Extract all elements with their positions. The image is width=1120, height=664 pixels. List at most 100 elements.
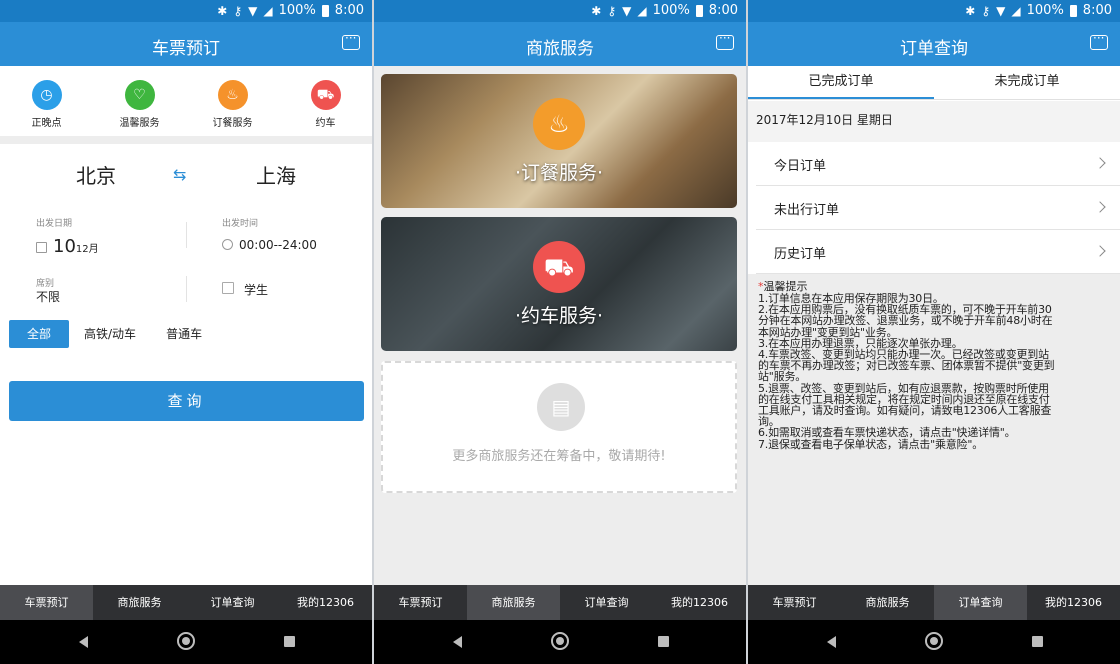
back-icon[interactable] [827, 636, 836, 648]
bluetooth-icon: ✱ [965, 3, 976, 18]
tab-business[interactable]: 商旅服务 [93, 585, 186, 620]
quick-action-car[interactable]: ⛟ 约车 [279, 66, 372, 136]
home-icon[interactable] [925, 632, 943, 650]
train-type-all[interactable]: 全部 [9, 320, 70, 348]
list-item-label: 历史订单 [774, 247, 827, 262]
meal-service-label: ·订餐服务· [514, 162, 604, 184]
bottom-nav: 车票预订 商旅服务 订单查询 我的12306 [374, 585, 746, 620]
list-item-history-orders[interactable]: 历史订单 [756, 230, 1120, 274]
key-icon: ⚷ [607, 3, 617, 18]
city-selector: 北京 ⇆ 上海 [0, 160, 372, 190]
search-button[interactable]: 查询 [9, 381, 364, 421]
notice-section: *温馨提示 1.订单信息在本应用保存期限为30日。 2.在本应用购票后，没有换取… [748, 274, 1120, 585]
divider [186, 276, 187, 302]
recents-icon[interactable] [1032, 636, 1043, 647]
message-icon[interactable] [342, 31, 360, 50]
quick-action-label: 正晚点 [31, 118, 62, 129]
chevron-right-icon [1094, 245, 1106, 257]
section-gap [0, 136, 372, 144]
tab-completed-orders[interactable]: 已完成订单 [748, 66, 934, 99]
time-field[interactable]: 00:00--24:00 [222, 238, 317, 252]
home-icon[interactable] [551, 632, 569, 650]
calendar-icon [36, 242, 47, 253]
home-icon[interactable] [177, 632, 195, 650]
car-service-label: ·约车服务· [514, 305, 604, 327]
meal-service-card[interactable]: ♨ ·订餐服务· [381, 74, 737, 208]
page-title: 车票预订 [152, 39, 220, 59]
signal-icon: ◢ [637, 3, 647, 18]
tab-orders[interactable]: 订单查询 [186, 585, 279, 620]
app-bar: 商旅服务 [374, 22, 746, 66]
train-type-normal[interactable]: 普通车 [151, 320, 217, 348]
page-title: 订单查询 [900, 39, 968, 59]
tab-ticket[interactable]: 车票预订 [0, 585, 93, 620]
heart-hand-icon: ♡ [124, 80, 155, 110]
meal-icon: ♨ [533, 98, 585, 150]
business-service-screen: ✱ ⚷ ▼ ◢ 100% 8:00 商旅服务 ♨ ·订餐服务· ⛟ ·约车服务·… [374, 0, 746, 664]
message-icon[interactable] [716, 31, 734, 50]
student-checkbox[interactable] [222, 282, 234, 294]
battery-percent: 100% [278, 3, 316, 18]
back-icon[interactable] [453, 636, 462, 648]
quick-action-label: 约车 [315, 118, 336, 129]
tab-ticket[interactable]: 车票预订 [374, 585, 467, 620]
order-query-screen: ✱ ⚷ ▼ ◢ 100% 8:00 订单查询 已完成订单 未完成订单 2017年… [748, 0, 1120, 664]
wifi-icon: ▼ [248, 3, 258, 18]
key-icon: ⚷ [233, 3, 243, 18]
system-nav-bar [374, 620, 746, 664]
notice-line: 7.退保或查看电子保单状态，请点击"乘意险"。 [758, 437, 984, 451]
tab-orders[interactable]: 订单查询 [560, 585, 653, 620]
notice-line: 的车票不再办理改签；对已改签车票、团体票暂不提供"变更到 [758, 359, 1055, 373]
divider [186, 222, 187, 248]
tab-pending-orders[interactable]: 未完成订单 [934, 66, 1120, 99]
wifi-icon: ▼ [622, 3, 632, 18]
clock-time: 8:00 [334, 3, 364, 18]
coming-soon-card: ▤ 更多商旅服务还在筹备中，敬请期待! [381, 361, 737, 493]
quick-actions: ◷ 正晚点 ♡ 温馨服务 ♨ 订餐服务 ⛟ 约车 [0, 66, 372, 136]
status-bar: ✱ ⚷ ▼ ◢ 100% 8:00 [0, 0, 372, 22]
date-day: 10 [53, 236, 76, 257]
bottom-nav: 车票预订 商旅服务 订单查询 我的12306 [748, 585, 1120, 620]
app-bar: 订单查询 [748, 22, 1120, 66]
tab-business[interactable]: 商旅服务 [841, 585, 934, 620]
battery-icon [695, 4, 703, 17]
tab-mine[interactable]: 我的12306 [653, 585, 746, 620]
list-item-label: 未出行订单 [774, 203, 840, 218]
recents-icon[interactable] [658, 636, 669, 647]
quick-action-label: 订餐服务 [212, 118, 253, 129]
car-service-card[interactable]: ⛟ ·约车服务· [381, 217, 737, 351]
date-field[interactable]: 1012月 [36, 236, 99, 257]
tab-orders[interactable]: 订单查询 [934, 585, 1027, 620]
tab-mine[interactable]: 我的12306 [279, 585, 372, 620]
ticket-booking-screen: ✱ ⚷ ▼ ◢ 100% 8:00 车票预订 ◷ 正晚点 ♡ 温馨服务 ♨ 订餐… [0, 0, 372, 664]
battery-percent: 100% [1026, 3, 1064, 18]
date-month: 12月 [75, 244, 99, 255]
list-item-today-orders[interactable]: 今日订单 [756, 142, 1120, 186]
list-item-upcoming-orders[interactable]: 未出行订单 [756, 186, 1120, 230]
quick-action-meal[interactable]: ♨ 订餐服务 [186, 66, 279, 136]
to-city[interactable]: 上海 [256, 160, 296, 189]
tab-ticket[interactable]: 车票预订 [748, 585, 841, 620]
tab-mine[interactable]: 我的12306 [1027, 585, 1120, 620]
list-item-label: 今日订单 [774, 159, 827, 174]
seat-field[interactable]: 不限 [36, 288, 60, 305]
quick-action-delay[interactable]: ◷ 正晚点 [0, 66, 93, 136]
battery-icon [1069, 4, 1077, 17]
recents-icon[interactable] [284, 636, 295, 647]
coming-soon-text: 更多商旅服务还在筹备中，敬请期待! [452, 449, 666, 464]
quick-action-label: 温馨服务 [119, 118, 160, 129]
quick-action-care[interactable]: ♡ 温馨服务 [93, 66, 186, 136]
swap-icon[interactable]: ⇆ [173, 165, 186, 184]
back-icon[interactable] [79, 636, 88, 648]
message-icon[interactable] [1090, 31, 1108, 50]
order-date: 2017年12月10日 星期日 [748, 101, 1120, 142]
tab-business[interactable]: 商旅服务 [467, 585, 560, 620]
clock-icon: ◷ [31, 80, 62, 110]
from-city[interactable]: 北京 [76, 160, 116, 189]
order-tabs: 已完成订单 未完成订单 [748, 66, 1120, 100]
box-icon: ▤ [537, 383, 585, 431]
notice-line: 6.如需取消或查看车票快递状态，请点击"快递详情"。 [758, 426, 1016, 440]
train-type-highspeed[interactable]: 高铁/动车 [69, 320, 151, 348]
clock-icon [222, 239, 233, 250]
chevron-right-icon [1094, 157, 1106, 169]
